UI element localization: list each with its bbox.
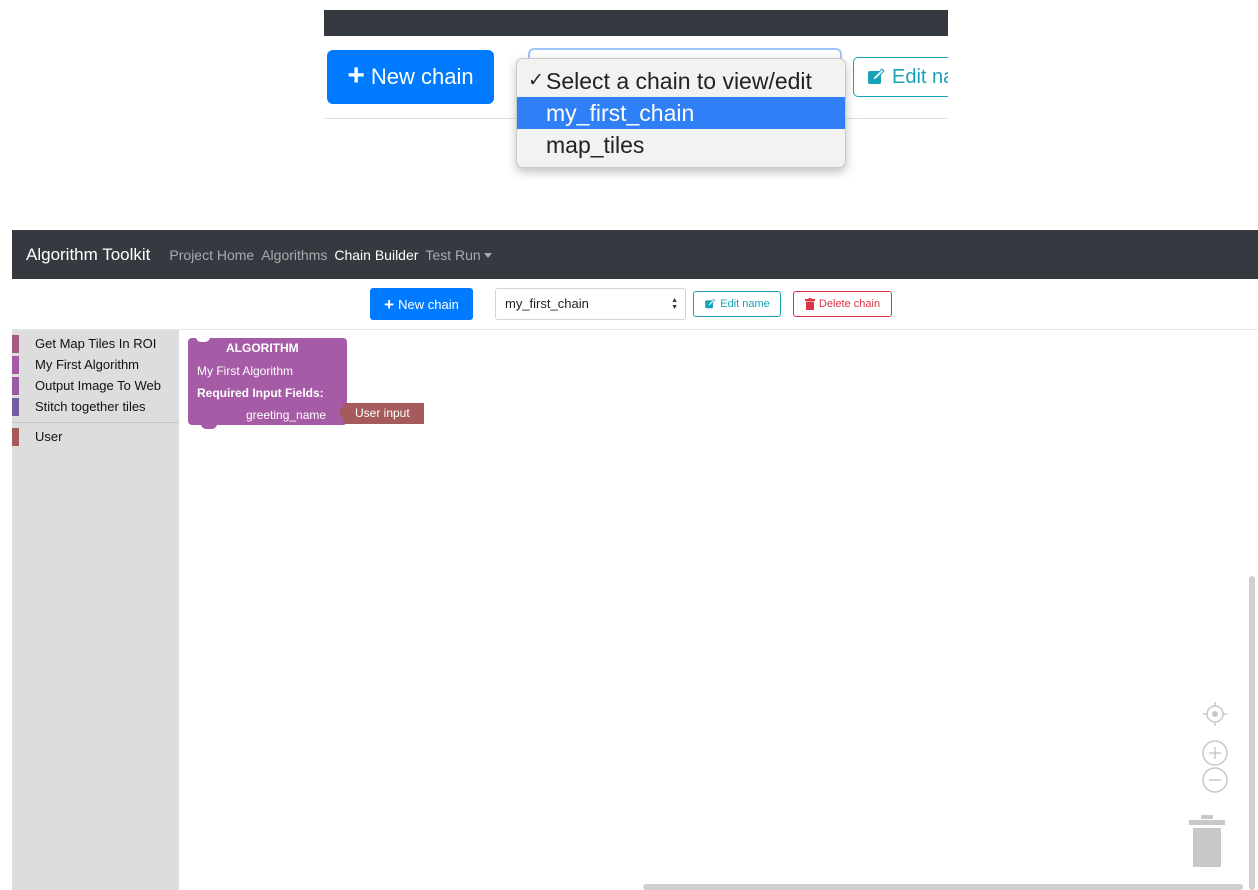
top-navbar: Algorithm Toolkit Project Home Algorithm… [12, 230, 1258, 279]
inset-edit-name-label: Edit na [892, 65, 948, 88]
block-type-label: ALGORITHM [226, 341, 299, 355]
user-input-block[interactable]: User input [340, 403, 424, 424]
brand-logo[interactable]: Algorithm Toolkit [26, 245, 150, 265]
horizontal-scrollbar[interactable] [643, 884, 1243, 890]
nav-algorithms[interactable]: Algorithms [261, 247, 327, 263]
user-input-label: User input [355, 406, 410, 420]
recenter-icon[interactable] [1202, 701, 1228, 727]
zoom-out-icon[interactable] [1201, 766, 1229, 794]
block-name: My First Algorithm [197, 364, 294, 378]
select-arrows-icon: ▲ ▼ [671, 297, 678, 311]
trash-can-icon[interactable] [1189, 815, 1225, 867]
toolbox-category[interactable]: Output Image To Web [12, 376, 179, 396]
category-color-swatch [12, 377, 19, 395]
dropdown-option-label: map_tiles [546, 132, 645, 158]
nav-test-run[interactable]: Test Run [425, 246, 492, 263]
new-chain-label: New chain [398, 296, 459, 312]
inset-new-chain-label: New chain [370, 64, 474, 89]
category-color-swatch [12, 335, 19, 353]
delete-chain-button[interactable]: Delete chain [793, 291, 892, 317]
nav-project-home[interactable]: Project Home [169, 247, 254, 263]
category-label: My First Algorithm [35, 357, 140, 372]
toolbox-category[interactable]: My First Algorithm [12, 355, 179, 375]
vertical-scrollbar[interactable] [1249, 576, 1255, 890]
toolbox-category[interactable]: Stitch together tiles [12, 397, 179, 417]
nav-test-run-label: Test Run [425, 246, 481, 263]
edit-icon [868, 68, 885, 84]
toolbox-category[interactable]: Get Map Tiles In ROI [12, 334, 179, 354]
dropdown-option-label: my_first_chain [546, 100, 695, 126]
algorithm-block[interactable]: ALGORITHM My First Algorithm Required In… [188, 337, 347, 429]
dropdown-option[interactable]: my_first_chain [517, 97, 845, 129]
input-connector [340, 408, 346, 418]
plus-icon: + [384, 294, 395, 314]
block-connector [201, 424, 217, 429]
category-label: Stitch together tiles [35, 399, 146, 414]
edit-icon [705, 298, 716, 309]
toolbox-category[interactable]: User [12, 427, 179, 447]
new-chain-button[interactable]: + New chain [370, 288, 473, 320]
block-required-label: Required Input Fields: [197, 386, 324, 400]
chain-select-value: my_first_chain [505, 296, 589, 311]
category-label: Get Map Tiles In ROI [35, 336, 157, 351]
chain-select[interactable]: my_first_chain ▲ ▼ [495, 288, 686, 320]
inset-navbar [324, 10, 948, 36]
category-label: User [35, 429, 63, 444]
block-toolbox: Get Map Tiles In ROI My First Algorithm … [12, 330, 179, 890]
block-field-name: greeting_name [246, 408, 327, 422]
toolbox-separator [12, 422, 179, 423]
chain-dropdown-menu: ✓ Select a chain to view/edit my_first_cha… [516, 58, 846, 168]
dropdown-option[interactable]: ✓ Select a chain to view/edit [517, 65, 845, 97]
category-color-swatch [12, 356, 19, 374]
inset-edit-name-button[interactable]: Edit na [853, 57, 948, 97]
block-notch [196, 337, 210, 342]
trash-icon [804, 298, 815, 310]
inset-new-chain-button[interactable]: + New chain [327, 50, 494, 104]
category-color-swatch [12, 398, 19, 416]
caret-down-icon [483, 253, 492, 259]
checkmark-icon: ✓ [528, 70, 544, 91]
plus-icon: + [347, 58, 365, 92]
delete-chain-label: Delete chain [818, 298, 881, 310]
zoom-in-icon[interactable] [1201, 739, 1229, 767]
category-label: Output Image To Web [35, 378, 161, 393]
dropdown-option[interactable]: map_tiles [517, 129, 845, 161]
edit-name-label: Edit name [720, 298, 770, 310]
edit-name-button[interactable]: Edit name [693, 291, 781, 317]
category-color-swatch [12, 428, 19, 446]
nav-chain-builder[interactable]: Chain Builder [334, 247, 418, 263]
dropdown-option-label: Select a chain to view/edit [546, 68, 812, 94]
chain-toolbar: + New chain my_first_chain ▲ ▼ Edit name … [12, 279, 1258, 330]
